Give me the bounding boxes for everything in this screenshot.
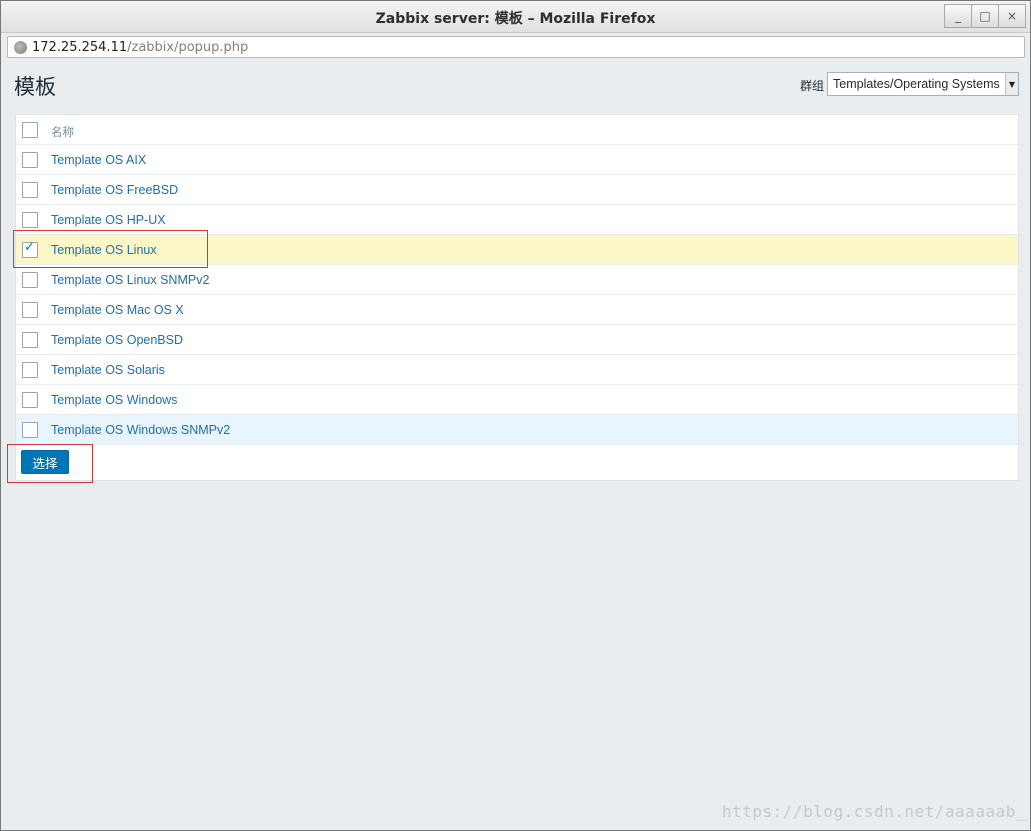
template-link[interactable]: Template OS Linux SNMPv2 [51,273,209,287]
title-bar: Zabbix server: 模板 – Mozilla Firefox _ □ … [1,1,1030,33]
url-host: 172.25.254.11 [32,40,128,55]
table-row: Template OS FreeBSD [16,175,1018,205]
window-controls: _ □ × [944,4,1026,28]
page-title: 模板 [14,75,56,99]
row-checkbox[interactable] [22,212,38,228]
group-select-value: Templates/Operating Systems [833,77,1000,91]
row-checkbox[interactable] [22,362,38,378]
table-row: Template OS Windows [16,385,1018,415]
table-row: Template OS Linux SNMPv2 [16,265,1018,295]
close-button[interactable]: × [998,4,1026,28]
row-checkbox[interactable] [22,302,38,318]
template-link[interactable]: Template OS FreeBSD [51,183,178,197]
templates-table: 名称 Template OS AIX Template OS FreeBSD T… [15,114,1019,481]
url-text[interactable]: 172.25.254.11/zabbix/popup.php [32,40,248,55]
table-row: Template OS Mac OS X [16,295,1018,325]
row-checkbox[interactable] [22,152,38,168]
watermark: https://blog.csdn.net/aaaaaab_ [722,802,1026,821]
group-select[interactable]: Templates/Operating Systems ▼ [827,72,1019,96]
row-checkbox[interactable] [22,182,38,198]
window-title: Zabbix server: 模板 – Mozilla Firefox [375,11,656,27]
table-row: Template OS Solaris [16,355,1018,385]
chevron-down-icon: ▼ [1005,73,1018,95]
table-row: Template OS AIX [16,145,1018,175]
template-link[interactable]: Template OS Windows SNMPv2 [51,423,230,437]
table-row-hover: Template OS Windows SNMPv2 [16,415,1018,445]
template-link[interactable]: Template OS OpenBSD [51,333,183,347]
table-row: Template OS OpenBSD [16,325,1018,355]
row-checkbox[interactable] [22,272,38,288]
browser-window: Zabbix server: 模板 – Mozilla Firefox _ □ … [0,0,1031,831]
template-link[interactable]: Template OS Mac OS X [51,303,184,317]
annotation-box-select-button [7,444,93,483]
column-header-name: 名称 [51,125,74,139]
template-link[interactable]: Template OS AIX [51,153,146,167]
table-header-row: 名称 [16,115,1018,145]
template-link[interactable]: Template OS Windows [51,393,177,407]
group-label: 群组 [800,79,825,93]
row-checkbox[interactable] [22,392,38,408]
url-bar[interactable]: 172.25.254.11/zabbix/popup.php [7,36,1025,58]
row-checkbox[interactable] [22,332,38,348]
url-path: /zabbix/popup.php [127,40,249,55]
row-checkbox[interactable] [22,422,38,438]
template-link[interactable]: Template OS Solaris [51,363,165,377]
minimize-button[interactable]: _ [944,4,972,28]
annotation-box-selected-row [13,230,208,268]
maximize-button[interactable]: □ [971,4,999,28]
template-link[interactable]: Template OS HP-UX [51,213,166,227]
globe-icon [14,41,27,54]
select-all-checkbox[interactable] [22,122,38,138]
